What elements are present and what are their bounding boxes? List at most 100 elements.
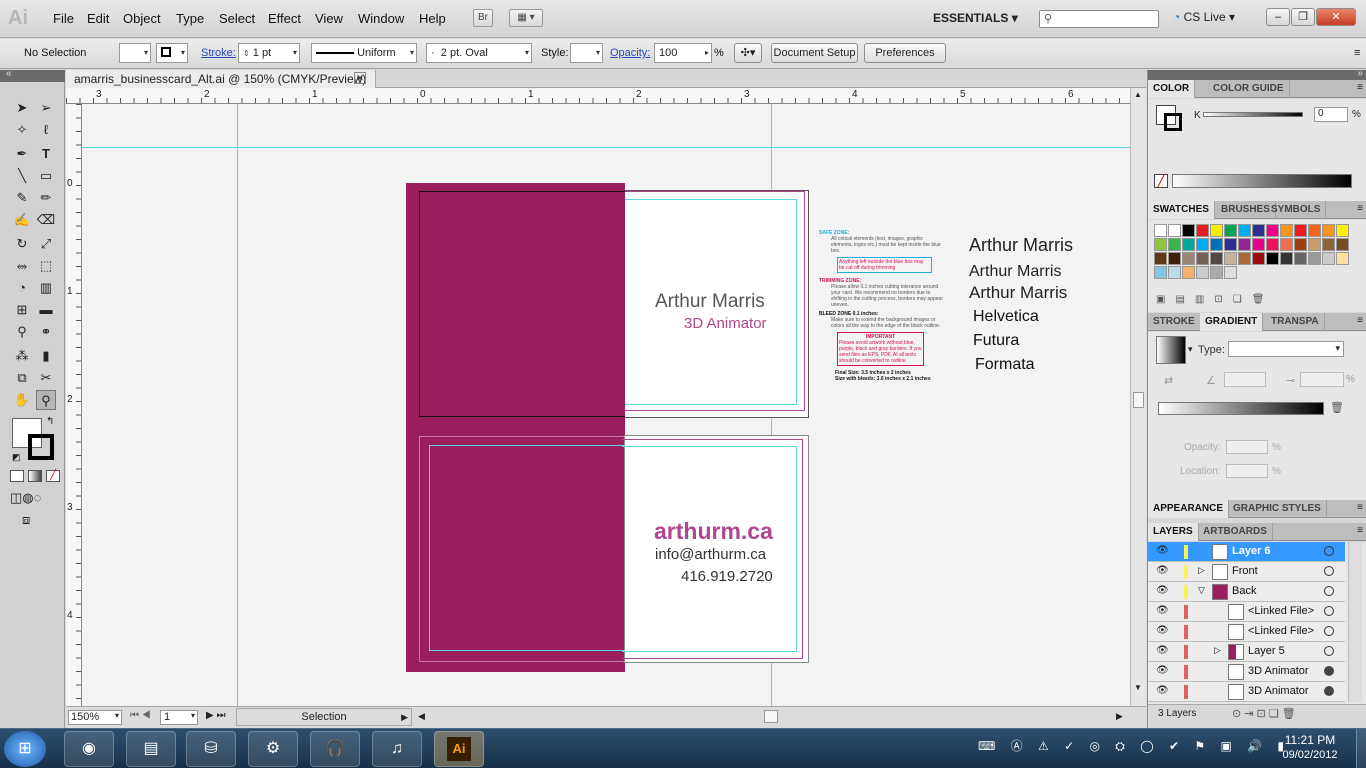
color-swatch[interactable] — [1224, 266, 1237, 279]
vertical-guide[interactable] — [237, 104, 238, 706]
color-swatch[interactable] — [1182, 238, 1195, 251]
panel-menu-icon[interactable]: ≡ — [1357, 502, 1363, 513]
visibility-eye-icon[interactable]: 👁 — [1156, 665, 1169, 676]
search-input[interactable]: ⚲ — [1039, 10, 1159, 28]
color-swatch[interactable] — [1196, 238, 1209, 251]
mesh-tool-icon[interactable]: ⊞ — [12, 300, 32, 320]
layer-name[interactable]: Front — [1232, 565, 1258, 577]
target-icon[interactable] — [1324, 626, 1334, 636]
tab-artboards[interactable]: ARTBOARDS — [1198, 523, 1273, 541]
system-tray-icons[interactable]: ⌨ Ⓐ ⚠ ✓ ◎ ⛭ ◯ ✔ ⚑ ▣ 🔊 ▮ — [978, 737, 1290, 754]
color-swatch[interactable] — [1322, 252, 1335, 265]
scroll-up-icon[interactable]: ▲ — [1134, 90, 1142, 99]
angle-input[interactable] — [1224, 372, 1266, 387]
color-swatch[interactable] — [1294, 238, 1307, 251]
layer-name[interactable]: 3D Animator — [1248, 685, 1309, 697]
firefox-icon[interactable]: ◉ — [64, 731, 114, 767]
color-mode-icon[interactable] — [10, 470, 24, 482]
color-swatch[interactable] — [1322, 224, 1335, 237]
font-sample[interactable]: Arthur Marris — [969, 263, 1061, 281]
eraser-tool-icon[interactable]: ⌫ — [36, 210, 56, 230]
color-swatch[interactable] — [1168, 224, 1181, 237]
direct-selection-tool-icon[interactable]: ➢ — [36, 98, 56, 118]
color-swatch[interactable] — [1252, 252, 1265, 265]
color-swatch[interactable] — [1154, 252, 1167, 265]
layer-actions-icon[interactable]: ⊙ ⇥ ⊡ ❏ 🗑 — [1232, 707, 1296, 720]
swatches-grid[interactable]: ▣▤▥⊡❏🗑 — [1148, 220, 1366, 312]
color-swatch[interactable] — [1294, 224, 1307, 237]
visibility-eye-icon[interactable]: 👁 — [1156, 545, 1169, 556]
color-swatch[interactable] — [1224, 252, 1237, 265]
swap-colors-icon[interactable]: ↰ — [46, 416, 54, 427]
menu-file[interactable]: File — [53, 11, 74, 26]
reverse-gradient-icon[interactable]: ⇄ — [1164, 374, 1173, 387]
document-tab[interactable]: amarris_businesscard_Alt.ai @ 150% (CMYK… — [66, 70, 376, 88]
menu-window[interactable]: Window — [358, 11, 404, 26]
none-mode-icon[interactable]: ╱ — [46, 470, 60, 482]
zoom-level[interactable]: 150% ▾ — [68, 710, 122, 725]
color-swatch[interactable] — [1280, 238, 1293, 251]
magic-wand-tool-icon[interactable]: ✧ — [12, 120, 32, 140]
slice-tool-icon[interactable]: ✂ — [36, 368, 56, 388]
stop-opacity-input[interactable] — [1226, 440, 1268, 454]
visibility-eye-icon[interactable]: 👁 — [1156, 625, 1169, 636]
scroll-thumb[interactable] — [1133, 392, 1144, 408]
color-swatch[interactable] — [1154, 238, 1167, 251]
visibility-eye-icon[interactable]: 👁 — [1156, 565, 1169, 576]
selection-tool-icon[interactable]: ➤ — [12, 98, 32, 118]
back-card[interactable]: arthurm.ca info@arthurm.ca 416.919.2720 — [622, 435, 809, 663]
layer-row[interactable]: 👁 ▷ Front — [1148, 562, 1345, 582]
color-swatch[interactable] — [1266, 238, 1279, 251]
front-card[interactable]: Arthur Marris 3D Animator — [419, 190, 809, 418]
color-swatch[interactable] — [1210, 238, 1223, 251]
layer-row[interactable]: 👁 <Linked File> — [1148, 602, 1345, 622]
visibility-eye-icon[interactable]: 👁 — [1156, 585, 1169, 596]
color-swatch[interactable] — [1266, 252, 1279, 265]
scroll-right-icon[interactable]: ▶ — [1116, 711, 1123, 722]
pencil-tool-icon[interactable]: ✏ — [36, 188, 56, 208]
fill-swatch[interactable]: ▾ — [119, 43, 151, 63]
explorer-icon[interactable]: ▤ — [126, 731, 176, 767]
card-name[interactable]: Arthur Marris — [655, 291, 765, 313]
color-swatch[interactable] — [1252, 224, 1265, 237]
color-swatch[interactable] — [1154, 224, 1167, 237]
template-notes[interactable]: SAFE ZONE: All critical elements (text, … — [819, 230, 944, 382]
gradient-tool-icon[interactable]: ▬ — [36, 300, 56, 320]
color-swatch[interactable] — [1196, 224, 1209, 237]
color-swatch[interactable] — [1294, 252, 1307, 265]
font-sample[interactable]: Helvetica — [973, 308, 1039, 326]
layer-row[interactable]: 👁 Layer 6 — [1148, 542, 1345, 562]
stroke-color-box[interactable] — [28, 434, 54, 460]
network-icon[interactable]: ⛁ — [186, 731, 236, 767]
opacity-link[interactable]: Opacity: — [610, 47, 650, 59]
color-swatch[interactable] — [1280, 224, 1293, 237]
zoom-tool-icon[interactable]: ⚲ — [36, 390, 56, 410]
blob-brush-tool-icon[interactable]: ✍ — [12, 210, 32, 230]
font-sample[interactable]: Formata — [975, 356, 1035, 374]
layer-name[interactable]: <Linked File> — [1248, 605, 1314, 617]
control-bar-menu-icon[interactable]: ≡ — [1354, 47, 1360, 59]
horizontal-guide[interactable] — [82, 147, 1130, 148]
color-swatch[interactable] — [1238, 224, 1251, 237]
perspective-grid-tool-icon[interactable]: ▥ — [36, 278, 56, 298]
color-spectrum[interactable] — [1172, 174, 1352, 188]
color-swatch[interactable] — [1308, 238, 1321, 251]
free-transform-tool-icon[interactable]: ⬚ — [36, 256, 56, 276]
type-tool-icon[interactable]: T — [36, 144, 56, 164]
color-swatch[interactable] — [1322, 238, 1335, 251]
layer-row[interactable]: 👁 3D Animator — [1148, 682, 1345, 702]
vertical-scrollbar[interactable]: ▲ ▼ — [1130, 88, 1146, 706]
arrange-documents-button[interactable]: ▦ ▾ — [509, 9, 543, 27]
eyedropper-tool-icon[interactable]: ⚲ — [12, 322, 32, 342]
style-picker[interactable]: ▾ — [570, 43, 603, 63]
layer-name[interactable]: <Linked File> — [1248, 625, 1314, 637]
visibility-eye-icon[interactable]: 👁 — [1156, 645, 1169, 656]
target-icon[interactable] — [1324, 686, 1334, 696]
visibility-eye-icon[interactable]: 👁 — [1156, 685, 1169, 696]
menu-type[interactable]: Type — [176, 11, 204, 26]
gradient-dropdown-icon[interactable]: ▾ — [1188, 344, 1193, 355]
color-swatch[interactable] — [1196, 252, 1209, 265]
font-sample[interactable]: Arthur Marris — [969, 235, 1073, 256]
card-website[interactable]: arthurm.ca — [654, 518, 773, 545]
color-swatch[interactable] — [1238, 238, 1251, 251]
